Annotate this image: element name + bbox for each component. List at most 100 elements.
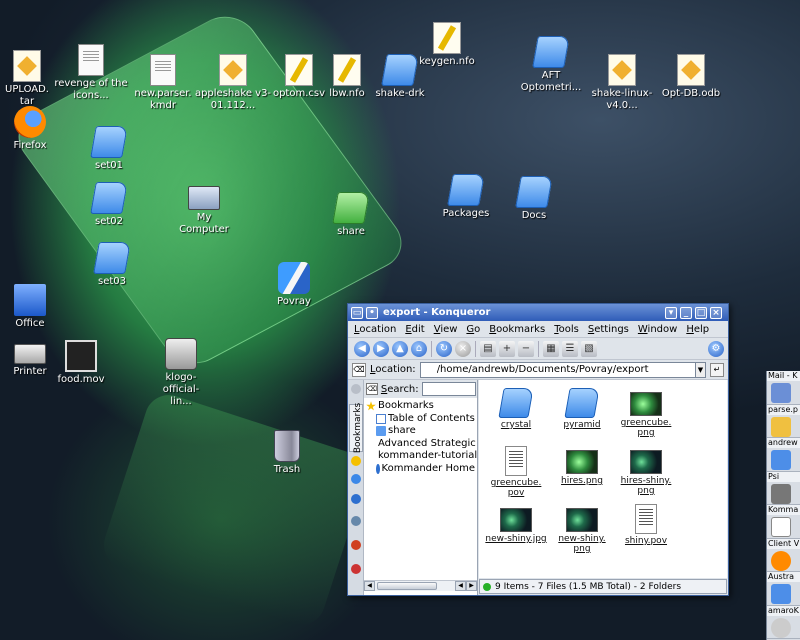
desktop-icon-food-mov[interactable]: food.mov xyxy=(42,340,120,386)
file-item-shiny-pov[interactable]: shiny.pov xyxy=(613,504,679,546)
close-icon[interactable]: × xyxy=(710,306,722,319)
up-icon[interactable]: ▲ xyxy=(392,340,408,357)
tab-bookmarks[interactable]: Bookmarks xyxy=(349,403,363,453)
folder-icon xyxy=(564,388,600,418)
menu-tools[interactable]: Tools xyxy=(554,324,579,335)
bookmark-table-of-contents[interactable]: Table of Contents xyxy=(366,413,475,426)
task-client[interactable]: Client V xyxy=(767,538,800,572)
desktop-icon-set03[interactable]: set03 xyxy=(73,242,151,288)
bookmarks-root[interactable]: Bookmarks xyxy=(366,400,475,413)
bookmark-kommander-home[interactable]: Kommander Home xyxy=(366,463,475,476)
window-menu-icon[interactable]: ▭ xyxy=(351,306,363,319)
sticky-icon[interactable]: • xyxy=(366,306,378,319)
desktop-icon-packages[interactable]: Packages xyxy=(427,174,505,220)
desktop-icon-revenge[interactable]: revenge of the icons... xyxy=(52,44,130,102)
task-psi[interactable]: Psi xyxy=(767,471,800,505)
search-input[interactable] xyxy=(421,382,476,396)
history-icon[interactable] xyxy=(351,474,361,484)
zoom-out-icon[interactable]: − xyxy=(518,340,534,357)
desktop-icon-firefox[interactable]: Firefox xyxy=(0,106,69,152)
menu-window[interactable]: Window xyxy=(638,324,677,335)
task-amarok[interactable]: amaroK xyxy=(767,605,800,639)
titlebar[interactable]: ▭ • export - Konqueror ▾ _ □ × xyxy=(348,304,728,321)
sidebar-config-icon[interactable] xyxy=(351,384,361,394)
menu-bookmarks[interactable]: Bookmarks xyxy=(489,324,545,335)
trash-icon xyxy=(274,430,300,462)
desktop-icon-set02[interactable]: set02 xyxy=(70,182,148,228)
bookmark-kommander-tutorial[interactable]: kommander-tutorial - xyxy=(366,450,477,463)
icon-view-icon[interactable]: ▦ xyxy=(543,340,559,357)
file-item-new-shiny-png[interactable]: new-shiny. png xyxy=(549,504,615,554)
desktop-icon-office[interactable]: Office xyxy=(0,284,69,330)
detail-view-icon[interactable]: ☰ xyxy=(562,340,578,357)
file-item-greencube-png[interactable]: greencube. png xyxy=(613,388,679,438)
preview-icon[interactable]: ▧ xyxy=(581,340,597,357)
scroll-right-icon[interactable]: ▶ xyxy=(466,581,477,591)
menubar: Location Edit View Go Bookmarks Tools Se… xyxy=(348,321,728,338)
home-icon[interactable]: ⌂ xyxy=(411,340,427,357)
back-icon[interactable]: ◀ xyxy=(354,340,370,357)
task-austra[interactable]: Austra xyxy=(767,572,800,606)
file-item-crystal[interactable]: crystal xyxy=(483,388,549,430)
scroll-left-icon[interactable]: ◀ xyxy=(455,581,466,591)
image-thumbnail xyxy=(630,392,662,416)
scroll-thumb[interactable] xyxy=(377,582,437,590)
bookmark-advanced-strategic[interactable]: Advanced Strategic C xyxy=(366,438,477,451)
reload-icon[interactable]: ↻ xyxy=(436,340,452,357)
konqueror-gear-icon[interactable]: ⚙ xyxy=(708,340,724,357)
stop-icon[interactable]: × xyxy=(455,340,471,357)
forward-icon[interactable]: ▶ xyxy=(373,340,389,357)
menu-view[interactable]: View xyxy=(434,324,458,335)
desktop-icon-keygen-nfo[interactable]: keygen.nfo xyxy=(408,22,486,68)
desktop-icon-set01[interactable]: set01 xyxy=(70,126,148,172)
folder-icon xyxy=(532,36,570,68)
bookmarks-star-icon[interactable] xyxy=(351,456,361,466)
computer-icon xyxy=(188,186,220,210)
menu-edit[interactable]: Edit xyxy=(405,324,424,335)
sidebar-scrollbar[interactable]: ◀ ◀ ▶ xyxy=(364,580,477,591)
maximize-icon[interactable]: □ xyxy=(695,306,707,319)
location-dropdown-icon[interactable]: ▼ xyxy=(696,361,706,378)
desktop-icon-opt-db[interactable]: Opt-DB.odb xyxy=(652,54,730,100)
task-mail[interactable]: Mail - K xyxy=(767,371,800,405)
minimize-icon[interactable]: _ xyxy=(680,306,692,319)
konqueror-window: ▭ • export - Konqueror ▾ _ □ × Location … xyxy=(347,303,729,596)
menu-settings[interactable]: Settings xyxy=(588,324,629,335)
zoom-in-icon[interactable]: + xyxy=(499,340,515,357)
desktop-icon-shake-linux[interactable]: shake-linux-v4.0... xyxy=(583,54,661,112)
desktop-icon-klogo[interactable]: klogo-official-lin... xyxy=(142,338,220,408)
devices-icon[interactable] xyxy=(351,516,361,526)
menu-location[interactable]: Location xyxy=(354,324,396,335)
file-item-pyramid[interactable]: pyramid xyxy=(549,388,615,430)
sidebar-tabs: Bookmarks xyxy=(348,380,364,595)
menu-help[interactable]: Help xyxy=(686,324,709,335)
desktop-icon-share[interactable]: share xyxy=(312,192,390,238)
text-file-icon xyxy=(333,54,361,86)
task-parse[interactable]: parse.p xyxy=(767,404,800,438)
package-icon xyxy=(608,54,636,86)
desktop-icon-docs[interactable]: Docs xyxy=(495,176,573,222)
desktop-icon-povray[interactable]: Povray xyxy=(255,262,333,308)
task-kommander[interactable]: Komma xyxy=(767,505,800,539)
task-andrew[interactable]: andrew xyxy=(767,438,800,472)
desktop-icon-new-parser[interactable]: new.parser. kmdr xyxy=(124,54,202,112)
go-icon[interactable]: ↵ xyxy=(710,362,724,377)
location-input[interactable] xyxy=(419,361,696,378)
bookmark-share[interactable]: share xyxy=(366,425,475,438)
file-item-greencube-pov[interactable]: greencube. pov xyxy=(483,446,549,498)
clear-location-icon[interactable]: ⌫ xyxy=(352,362,366,377)
network-icon[interactable] xyxy=(351,494,361,504)
file-item-hires-shiny-png[interactable]: hires-shiny. png xyxy=(613,446,679,496)
home-folder-icon[interactable] xyxy=(351,540,361,550)
services-icon[interactable] xyxy=(351,564,361,574)
desktop-icon-trash[interactable]: Trash xyxy=(248,430,326,476)
clear-search-icon[interactable]: ⌫ xyxy=(366,383,378,395)
menu-go[interactable]: Go xyxy=(466,324,480,335)
file-item-hires-png[interactable]: hires.png xyxy=(549,446,615,486)
desktop-icon-my-computer[interactable]: My Computer xyxy=(165,180,243,236)
print-icon[interactable]: ▤ xyxy=(480,340,496,357)
desktop-icon-aft-optometri[interactable]: AFT Optometri... xyxy=(512,36,590,94)
shade-icon[interactable]: ▾ xyxy=(665,306,677,319)
scroll-left-icon[interactable]: ◀ xyxy=(364,581,375,591)
file-item-new-shiny-jpg[interactable]: new-shiny.jpg xyxy=(483,504,549,544)
